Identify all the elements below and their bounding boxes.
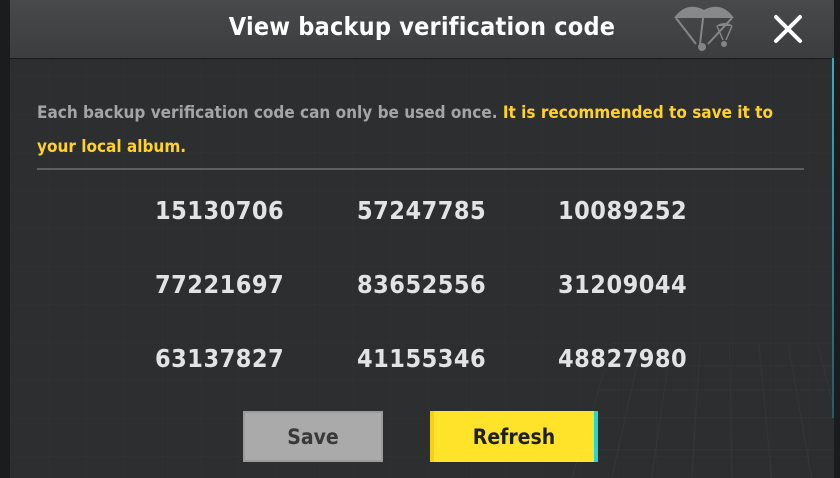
notice-divider bbox=[37, 168, 804, 170]
parachute-icon bbox=[674, 6, 734, 51]
verification-code: 63137827 bbox=[155, 344, 285, 373]
verification-code-grid: 15130706 57247785 10089252 77221697 8365… bbox=[135, 196, 735, 418]
verification-code: 57247785 bbox=[357, 196, 487, 225]
edge-glow bbox=[832, 58, 834, 418]
refresh-button[interactable]: Refresh bbox=[430, 411, 598, 462]
notice-text: Each backup verification code can only b… bbox=[37, 103, 498, 123]
verification-code: 10089252 bbox=[558, 196, 688, 225]
backup-code-dialog: View backup verification code Each backu… bbox=[10, 0, 834, 478]
app-screen: View backup verification code Each backu… bbox=[0, 0, 840, 478]
verification-code: 31209044 bbox=[558, 270, 688, 299]
verification-code: 15130706 bbox=[155, 196, 285, 225]
save-button[interactable]: Save bbox=[243, 411, 383, 462]
verification-code: 83652556 bbox=[357, 270, 487, 299]
dialog-titlebar: View backup verification code bbox=[10, 0, 834, 59]
backup-code-notice: Each backup verification code can only b… bbox=[37, 96, 797, 164]
verification-code: 48827980 bbox=[558, 344, 688, 373]
close-button[interactable] bbox=[770, 10, 806, 46]
verification-code: 77221697 bbox=[155, 270, 285, 299]
verification-code: 41155346 bbox=[357, 344, 487, 373]
